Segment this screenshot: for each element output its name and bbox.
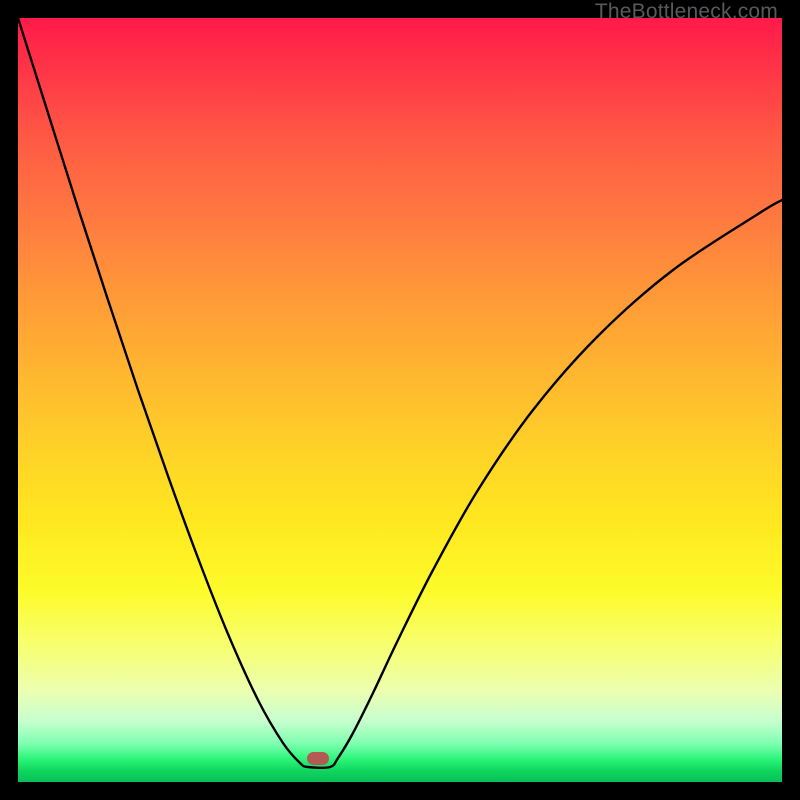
chart-frame	[18, 18, 782, 782]
curve-plot	[18, 18, 782, 782]
bottleneck-curve	[18, 18, 782, 768]
optimal-marker	[307, 752, 329, 765]
